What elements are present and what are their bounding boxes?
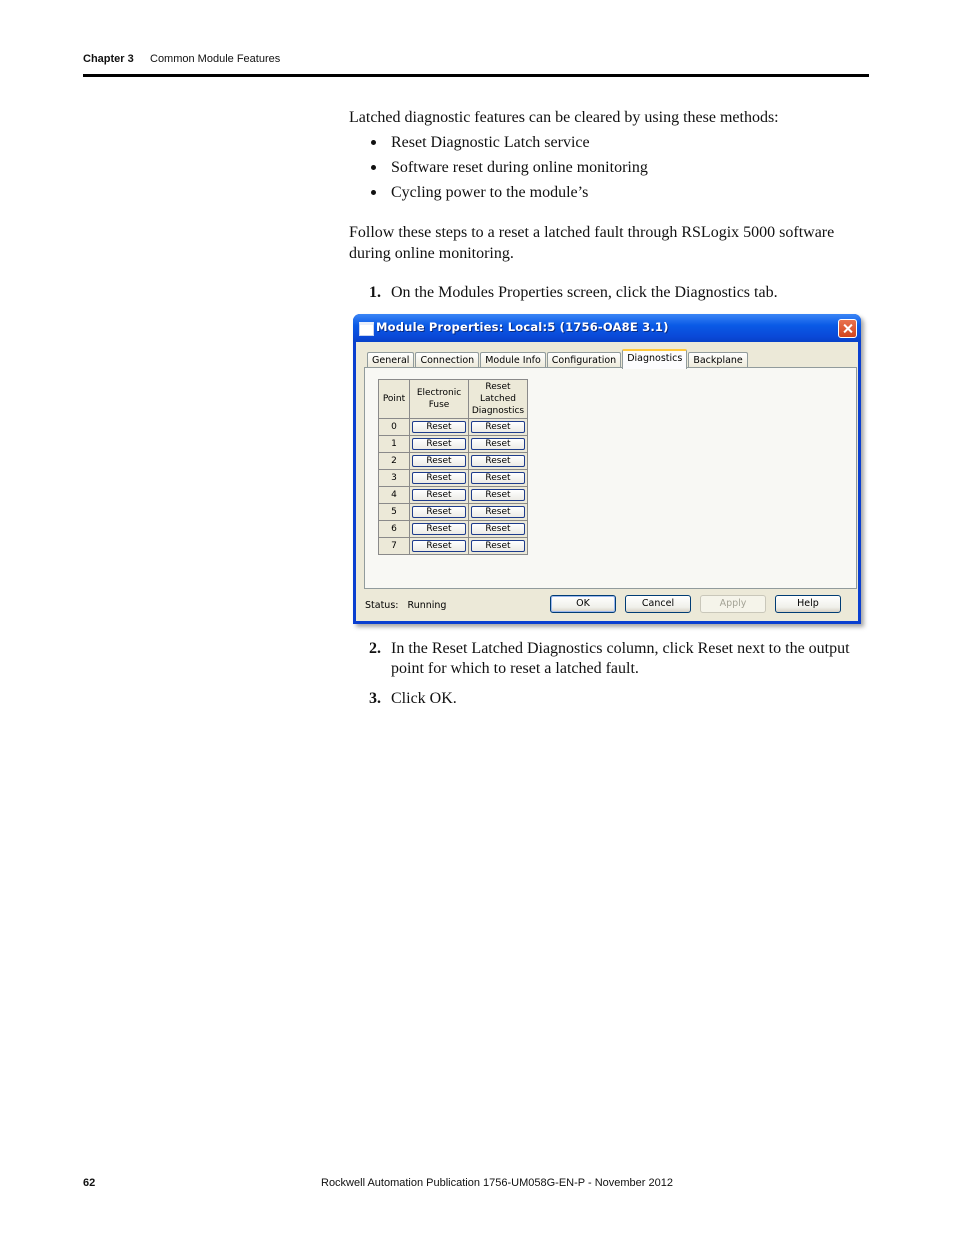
reset-cell: Reset: [409, 520, 469, 538]
electronic-fuse-reset-button[interactable]: Reset: [412, 506, 466, 518]
section-title: Common Module Features: [150, 53, 281, 65]
point-cell: 3: [378, 469, 410, 487]
step-text: In the Reset Latched Diagnostics column,…: [391, 640, 850, 677]
bullet-icon: [371, 190, 376, 195]
module-properties-dialog: Module Properties: Local:5 (1756-OA8E 3.…: [353, 314, 861, 624]
column-header-reset-latched-diagnostics: Reset Latched Diagnostics: [468, 379, 528, 419]
reset-latched-diagnostics-button[interactable]: Reset: [471, 455, 525, 467]
step-number: 1.: [369, 284, 381, 301]
tab-module-info[interactable]: Module Info: [480, 352, 546, 368]
point-cell: 0: [378, 418, 410, 436]
table-row: 4 Reset Reset: [378, 486, 528, 504]
reset-latched-diagnostics-button[interactable]: Reset: [471, 506, 525, 518]
electronic-fuse-reset-button[interactable]: Reset: [412, 489, 466, 501]
reset-cell: Reset: [468, 520, 528, 538]
tab-backplane[interactable]: Backplane: [688, 352, 748, 368]
reset-cell: Reset: [468, 537, 528, 555]
electronic-fuse-reset-button[interactable]: Reset: [412, 540, 466, 552]
close-icon[interactable]: [838, 319, 857, 338]
table-row: 5 Reset Reset: [378, 503, 528, 521]
reset-cell: Reset: [468, 486, 528, 504]
column-header-point: Point: [378, 379, 410, 419]
reset-cell: Reset: [409, 435, 469, 453]
steps-intro-paragraph: Follow these steps to a reset a latched …: [349, 224, 835, 262]
reset-cell: Reset: [468, 503, 528, 521]
reset-latched-diagnostics-button[interactable]: Reset: [471, 421, 525, 433]
electronic-fuse-reset-button[interactable]: Reset: [412, 472, 466, 484]
reset-cell: Reset: [468, 418, 528, 436]
ok-button[interactable]: OK: [550, 595, 616, 613]
tab-connection[interactable]: Connection: [415, 352, 480, 368]
step-number: 2.: [369, 640, 381, 657]
point-cell: 1: [378, 435, 410, 453]
tab-general[interactable]: General: [367, 352, 415, 368]
point-cell: 7: [378, 537, 410, 555]
dialog-titlebar[interactable]: Module Properties: Local:5 (1756-OA8E 3.…: [353, 314, 861, 342]
bullet-icon: [371, 165, 376, 170]
table-row: 7 Reset Reset: [378, 537, 528, 555]
help-button[interactable]: Help: [775, 595, 841, 613]
table-row: 6 Reset Reset: [378, 520, 528, 538]
electronic-fuse-reset-button[interactable]: Reset: [412, 438, 466, 450]
electronic-fuse-reset-button[interactable]: Reset: [412, 421, 466, 433]
reset-cell: Reset: [409, 452, 469, 470]
step-text: Click OK.: [391, 690, 457, 707]
list-item: Software reset during online monitoring: [371, 157, 648, 182]
bullet-icon: [371, 140, 376, 145]
dialog-client-area: General Connection Module Info Configura…: [356, 342, 858, 621]
apply-button[interactable]: Apply: [700, 595, 766, 613]
table-row: 3 Reset Reset: [378, 469, 528, 487]
reset-cell: Reset: [409, 537, 469, 555]
tab-configuration[interactable]: Configuration: [546, 352, 622, 368]
window-icon: [359, 322, 374, 336]
cancel-button[interactable]: Cancel: [625, 595, 691, 613]
header-rule: [83, 74, 869, 77]
point-cell: 2: [378, 452, 410, 470]
publication-info: Rockwell Automation Publication 1756-UM0…: [321, 1177, 673, 1189]
reset-cell: Reset: [409, 469, 469, 487]
status-readout: Status: Running: [365, 600, 446, 611]
step-text: On the Modules Properties screen, click …: [391, 284, 778, 301]
reset-cell: Reset: [409, 486, 469, 504]
table-row: 0 Reset Reset: [378, 418, 528, 436]
diagnostics-table: Point Electronic Fuse Reset Latched Diag…: [378, 379, 528, 555]
status-value: Running: [407, 600, 447, 611]
status-label: Status:: [365, 600, 399, 611]
list-item: Reset Diagnostic Latch service: [371, 132, 648, 157]
tab-diagnostics[interactable]: Diagnostics: [622, 349, 688, 369]
intro-paragraph: Latched diagnostic features can be clear…: [349, 109, 779, 126]
point-cell: 6: [378, 520, 410, 538]
tab-strip: General Connection Module Info Configura…: [367, 349, 749, 369]
diagnostics-panel: Point Electronic Fuse Reset Latched Diag…: [364, 367, 857, 589]
table-row: 1 Reset Reset: [378, 435, 528, 453]
reset-cell: Reset: [409, 503, 469, 521]
dialog-title: Module Properties: Local:5 (1756-OA8E 3.…: [376, 320, 669, 334]
reset-cell: Reset: [468, 469, 528, 487]
reset-latched-diagnostics-button[interactable]: Reset: [471, 438, 525, 450]
chapter-label: Chapter 3: [83, 53, 134, 65]
page-number: 62: [83, 1177, 96, 1189]
column-header-electronic-fuse: Electronic Fuse: [409, 379, 469, 419]
electronic-fuse-reset-button[interactable]: Reset: [412, 523, 466, 535]
point-cell: 5: [378, 503, 410, 521]
point-cell: 4: [378, 486, 410, 504]
reset-latched-diagnostics-button[interactable]: Reset: [471, 523, 525, 535]
reset-cell: Reset: [468, 435, 528, 453]
reset-cell: Reset: [409, 418, 469, 436]
reset-latched-diagnostics-button[interactable]: Reset: [471, 472, 525, 484]
reset-cell: Reset: [468, 452, 528, 470]
reset-latched-diagnostics-button[interactable]: Reset: [471, 540, 525, 552]
step-number: 3.: [369, 690, 381, 707]
list-item: Cycling power to the module’s: [371, 182, 648, 207]
table-row: 2 Reset Reset: [378, 452, 528, 470]
electronic-fuse-reset-button[interactable]: Reset: [412, 455, 466, 467]
methods-list: Reset Diagnostic Latch service Software …: [371, 132, 648, 207]
reset-latched-diagnostics-button[interactable]: Reset: [471, 489, 525, 501]
